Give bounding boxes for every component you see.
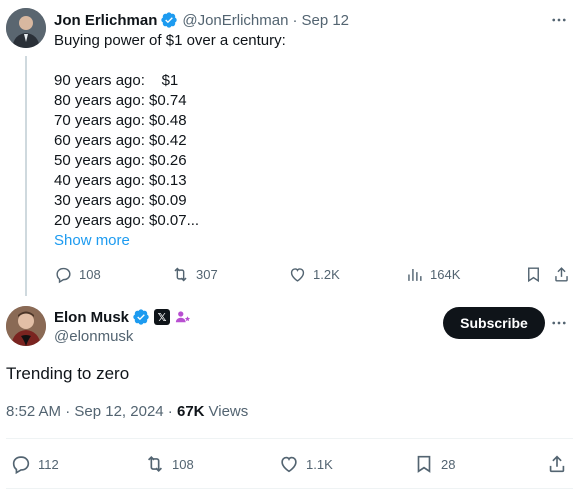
thread-connector-line	[25, 56, 27, 296]
reply-count: 108	[79, 266, 101, 282]
bookmark-count: 28	[441, 456, 456, 472]
tweet-body-line: 50 years ago: $0.26	[54, 152, 187, 169]
repost-arrows-icon	[174, 267, 187, 281]
repost-count: 108	[172, 456, 194, 472]
speech-bubble-icon	[56, 267, 71, 283]
tweet-text: Trending to zero	[6, 364, 130, 383]
repost-button[interactable]: 108	[144, 451, 194, 477]
heart-icon	[290, 267, 305, 282]
avatar[interactable]	[6, 8, 46, 48]
tweet-body-line: 30 years ago: $0.09	[54, 192, 187, 209]
subscribe-button[interactable]: Subscribe	[443, 307, 545, 339]
repost-button[interactable]: 307	[171, 262, 218, 286]
tweet-body-line: 80 years ago: $0.74	[54, 92, 187, 109]
views-label: Views	[208, 403, 249, 420]
separator-dot: ·	[163, 403, 177, 420]
repost-arrows-icon	[147, 455, 163, 473]
tweet-action-bar: 108 307 1.2K 164K	[54, 262, 574, 286]
tweet-date[interactable]: Sep 12, 2024	[74, 403, 163, 420]
author-name[interactable]: Elon Musk	[54, 309, 129, 326]
show-more-link[interactable]: Show more	[54, 232, 130, 249]
tweet-body-line: 70 years ago: $0.48	[54, 112, 187, 129]
repost-count: 307	[196, 266, 218, 282]
more-dots-icon[interactable]	[547, 8, 571, 32]
avatar[interactable]	[6, 306, 46, 346]
verified-badge-icon	[132, 308, 150, 326]
share-button[interactable]	[546, 451, 568, 477]
views-button[interactable]: 164K	[405, 262, 460, 286]
tweet-header: Elon Musk 𝕏	[54, 306, 192, 328]
reply-button[interactable]: 112	[10, 451, 59, 477]
divider	[6, 488, 573, 489]
tweet-body-line: 90 years ago: $1	[54, 72, 179, 89]
bookmark-icon	[528, 266, 539, 282]
verified-badge-icon	[160, 11, 178, 29]
like-button[interactable]: 1.1K	[278, 451, 333, 477]
like-count: 1.1K	[306, 456, 333, 472]
reply-button[interactable]: 108	[54, 262, 101, 286]
reply-count: 112	[38, 456, 59, 472]
bookmark-button[interactable]: 28	[413, 451, 455, 477]
like-button[interactable]: 1.2K	[288, 262, 340, 286]
heart-icon	[281, 456, 297, 473]
tweet-body-line: 40 years ago: $0.13	[54, 172, 187, 189]
tweet-time[interactable]: 8:52 AM	[6, 403, 61, 420]
tweet-date[interactable]: Sep 12	[301, 12, 349, 29]
views-count: 164K	[430, 266, 461, 282]
like-count: 1.2K	[313, 266, 340, 282]
share-upload-icon	[549, 455, 565, 473]
share-upload-icon	[555, 266, 568, 282]
tweet-body-line	[54, 51, 534, 71]
tweet-meta: 8:52 AM · Sep 12, 2024 · 67K Views	[6, 403, 248, 420]
bookmark-icon	[417, 455, 431, 473]
moderator-person-icon[interactable]	[174, 308, 192, 326]
tweet-header: Jon Erlichman @JonErlichman · Sep 12	[54, 10, 349, 30]
x-logo-icon[interactable]: 𝕏	[154, 309, 171, 325]
share-button[interactable]	[552, 262, 571, 286]
bar-chart-icon	[408, 268, 422, 281]
tweet-body-line: Buying power of $1 over a century:	[54, 32, 286, 49]
bookmark-button[interactable]	[524, 262, 543, 286]
views-count: 67K	[176, 403, 205, 420]
speech-bubble-icon	[12, 456, 30, 475]
author-handle[interactable]: @elonmusk	[54, 328, 133, 345]
divider	[6, 438, 573, 439]
separator-dot: ·	[61, 403, 75, 420]
tweet-body-line: 20 years ago: $0.07...	[54, 212, 200, 229]
tweet-body-line: 60 years ago: $0.42	[54, 132, 187, 149]
more-dots-icon[interactable]	[547, 311, 571, 335]
separator-dot: ·	[292, 11, 298, 29]
tweet-action-bar: 112 108 1.1K 28	[6, 451, 574, 477]
author-name[interactable]: Jon Erlichman	[54, 12, 157, 29]
tweet-body: Buying power of $1 over a century: 90 ye…	[54, 31, 534, 231]
author-handle[interactable]: @JonErlichman	[182, 12, 288, 29]
